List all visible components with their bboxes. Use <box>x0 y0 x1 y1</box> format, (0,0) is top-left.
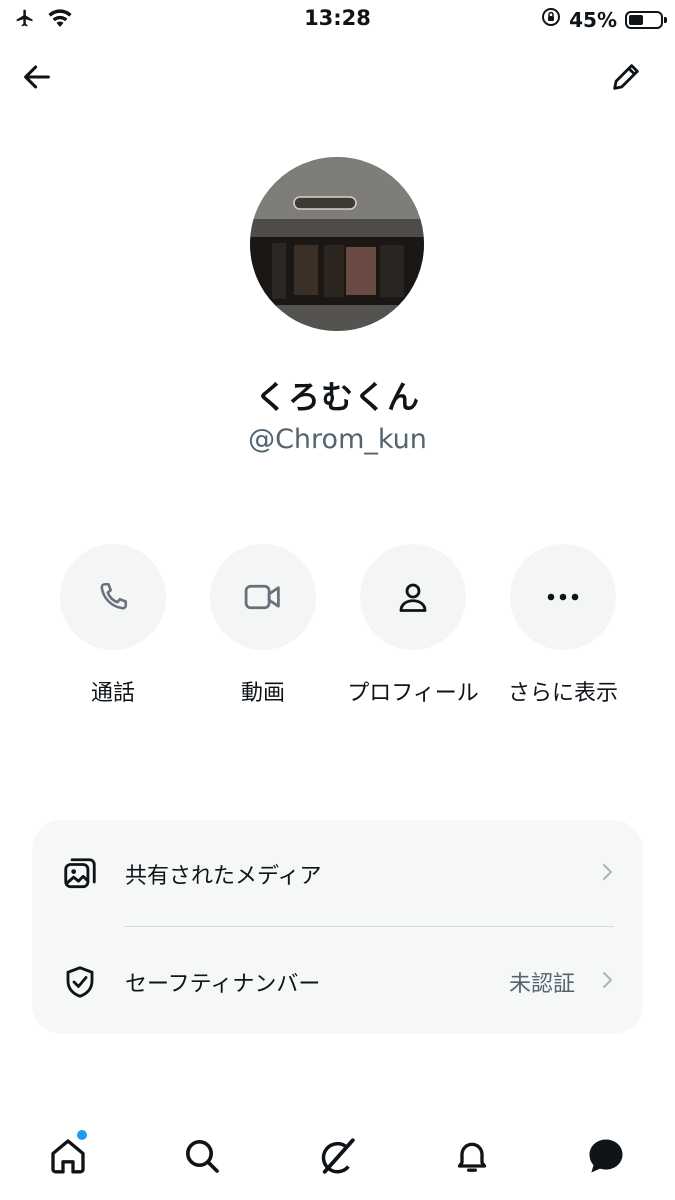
video-camera-icon <box>244 584 280 610</box>
tab-messages[interactable] <box>584 1134 628 1178</box>
call-label: 通話 <box>90 681 135 706</box>
avatar[interactable] <box>250 157 424 331</box>
safety-number-row[interactable]: セーフティナンバー 未認証 <box>32 928 643 1034</box>
action-buttons: 通話 動画 プロフィール さらに表示 <box>35 544 645 744</box>
call-button[interactable] <box>60 544 166 650</box>
top-navigation <box>0 52 675 102</box>
more-button[interactable] <box>510 544 616 650</box>
display-name: くろむくん <box>254 378 420 416</box>
media-gallery-icon <box>60 854 100 894</box>
tab-notifications[interactable] <box>450 1134 494 1178</box>
battery-percent: 45% <box>569 7 617 32</box>
user-handle: @Chrom_kun <box>248 424 427 455</box>
profile-button[interactable] <box>360 544 466 650</box>
messages-icon <box>589 1139 623 1173</box>
more-dots-icon <box>547 593 579 601</box>
more-action[interactable]: さらに表示 <box>488 544 638 710</box>
shared-media-label: 共有されたメディア <box>125 864 322 889</box>
home-icon <box>51 1139 85 1174</box>
pencil-icon <box>613 64 639 90</box>
video-action[interactable]: 動画 <box>188 544 338 710</box>
search-icon <box>186 1140 219 1173</box>
phone-icon <box>100 582 128 610</box>
status-bar: 13:28 45% <box>0 0 675 38</box>
bell-icon <box>457 1142 487 1172</box>
divider <box>124 926 614 927</box>
tab-search[interactable] <box>180 1134 224 1178</box>
conversation-settings-card: 共有されたメディア セーフティナンバー 未認証 <box>32 820 643 1034</box>
shared-media-row[interactable]: 共有されたメディア <box>32 820 643 926</box>
video-button[interactable] <box>210 544 316 650</box>
person-icon <box>399 583 427 612</box>
back-button[interactable] <box>16 56 58 98</box>
bottom-tab-bar <box>0 1120 675 1200</box>
orientation-lock-icon <box>541 7 561 32</box>
tab-home[interactable] <box>46 1134 90 1178</box>
shield-check-icon <box>60 962 100 1002</box>
arrow-left-icon <box>24 65 50 89</box>
notification-dot <box>77 1130 87 1140</box>
verification-status: 未認証 <box>508 972 575 997</box>
tab-grok[interactable] <box>315 1134 359 1178</box>
profile-action[interactable]: プロフィール <box>338 544 488 710</box>
grok-icon <box>321 1138 355 1174</box>
chevron-right-icon <box>602 971 613 989</box>
profile-label: プロフィール <box>347 681 479 706</box>
safety-number-label: セーフティナンバー <box>125 972 321 997</box>
chevron-right-icon <box>602 863 613 881</box>
battery-icon <box>625 10 667 29</box>
video-label: 動画 <box>240 681 285 706</box>
call-action[interactable]: 通話 <box>38 544 188 710</box>
more-label: さらに表示 <box>507 681 618 706</box>
edit-button[interactable] <box>605 56 647 98</box>
